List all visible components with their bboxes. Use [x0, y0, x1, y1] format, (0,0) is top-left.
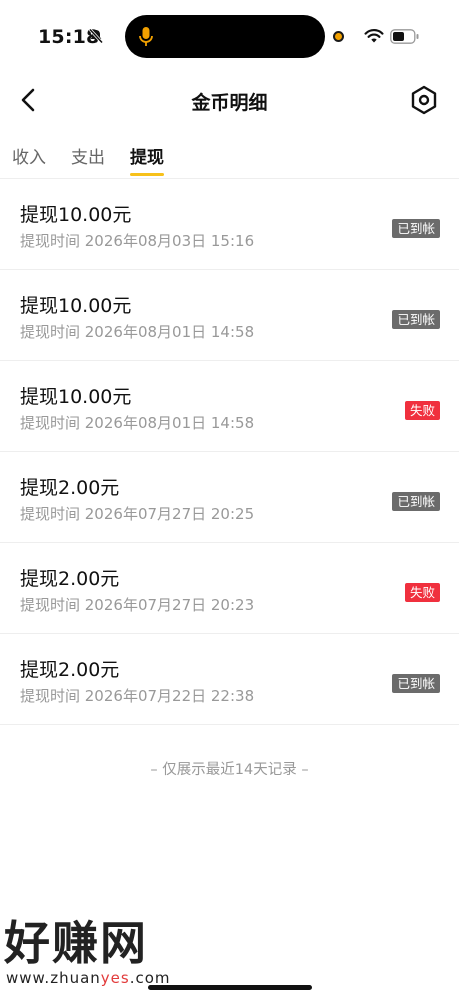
status-badge: 已到帐: [392, 219, 440, 238]
bell-muted-icon: [88, 28, 104, 48]
withdraw-record-list: 提现10.00元 提现时间 2026年08月03日 15:16 已到帐 提现10…: [0, 179, 459, 725]
list-item[interactable]: 提现10.00元 提现时间 2026年08月03日 15:16 已到帐: [0, 179, 459, 270]
microphone-icon: [139, 27, 153, 51]
status-bar: 15:18: [0, 0, 459, 74]
status-badge: 已到帐: [392, 492, 440, 511]
list-item[interactable]: 提现2.00元 提现时间 2026年07月22日 22:38 已到帐: [0, 634, 459, 725]
record-amount: 提现2.00元: [20, 568, 120, 590]
status-badge: 已到帐: [392, 310, 440, 329]
record-time: 提现时间 2026年08月01日 14:58: [20, 323, 255, 341]
tab-active-indicator: [130, 173, 164, 176]
status-badge: 已到帐: [392, 674, 440, 693]
home-indicator[interactable]: [148, 985, 312, 990]
list-item[interactable]: 提现2.00元 提现时间 2026年07月27日 20:25 已到帐: [0, 452, 459, 543]
tab-expense[interactable]: 支出: [71, 143, 105, 168]
watermark-title: 好赚网: [4, 916, 148, 970]
record-time: 提现时间 2026年08月01日 14:58: [20, 414, 255, 432]
record-time: 提现时间 2026年07月22日 22:38: [20, 687, 255, 705]
nav-header: 金币明细: [0, 74, 459, 128]
watermark-url-prefix: www.zhuan: [6, 969, 101, 987]
settings-hexagon-icon[interactable]: [410, 85, 438, 119]
record-amount: 提现10.00元: [20, 295, 132, 317]
tab-income[interactable]: 收入: [12, 143, 46, 168]
list-item[interactable]: 提现10.00元 提现时间 2026年08月01日 14:58 已到帐: [0, 270, 459, 361]
site-watermark: 好赚网 www.zhuanyes.com: [0, 910, 200, 990]
record-time: 提现时间 2026年07月27日 20:23: [20, 596, 255, 614]
record-amount: 提现2.00元: [20, 659, 120, 681]
record-time: 提现时间 2026年08月03日 15:16: [20, 232, 255, 250]
record-amount: 提现10.00元: [20, 204, 132, 226]
battery-icon: [390, 29, 420, 48]
list-item[interactable]: 提现2.00元 提现时间 2026年07月27日 20:23 失败: [0, 543, 459, 634]
list-item[interactable]: 提现10.00元 提现时间 2026年08月01日 14:58 失败: [0, 361, 459, 452]
record-amount: 提现10.00元: [20, 386, 132, 408]
record-time: 提现时间 2026年07月27日 20:25: [20, 505, 255, 523]
page-title: 金币明细: [191, 92, 268, 114]
record-amount: 提现2.00元: [20, 477, 120, 499]
recording-indicator-icon: [333, 31, 344, 42]
tab-bar: 收入 支出 提现: [0, 138, 459, 179]
dynamic-island: [125, 15, 325, 58]
watermark-url-accent: yes: [100, 969, 130, 987]
watermark-url: www.zhuanyes.com: [6, 969, 171, 987]
status-badge: 失败: [404, 583, 440, 602]
tab-withdraw[interactable]: 提现: [130, 143, 164, 168]
recent-records-note: – 仅展示最近14天记录 –: [150, 762, 309, 778]
wifi-icon: [364, 28, 384, 48]
status-badge: 失败: [404, 401, 440, 420]
